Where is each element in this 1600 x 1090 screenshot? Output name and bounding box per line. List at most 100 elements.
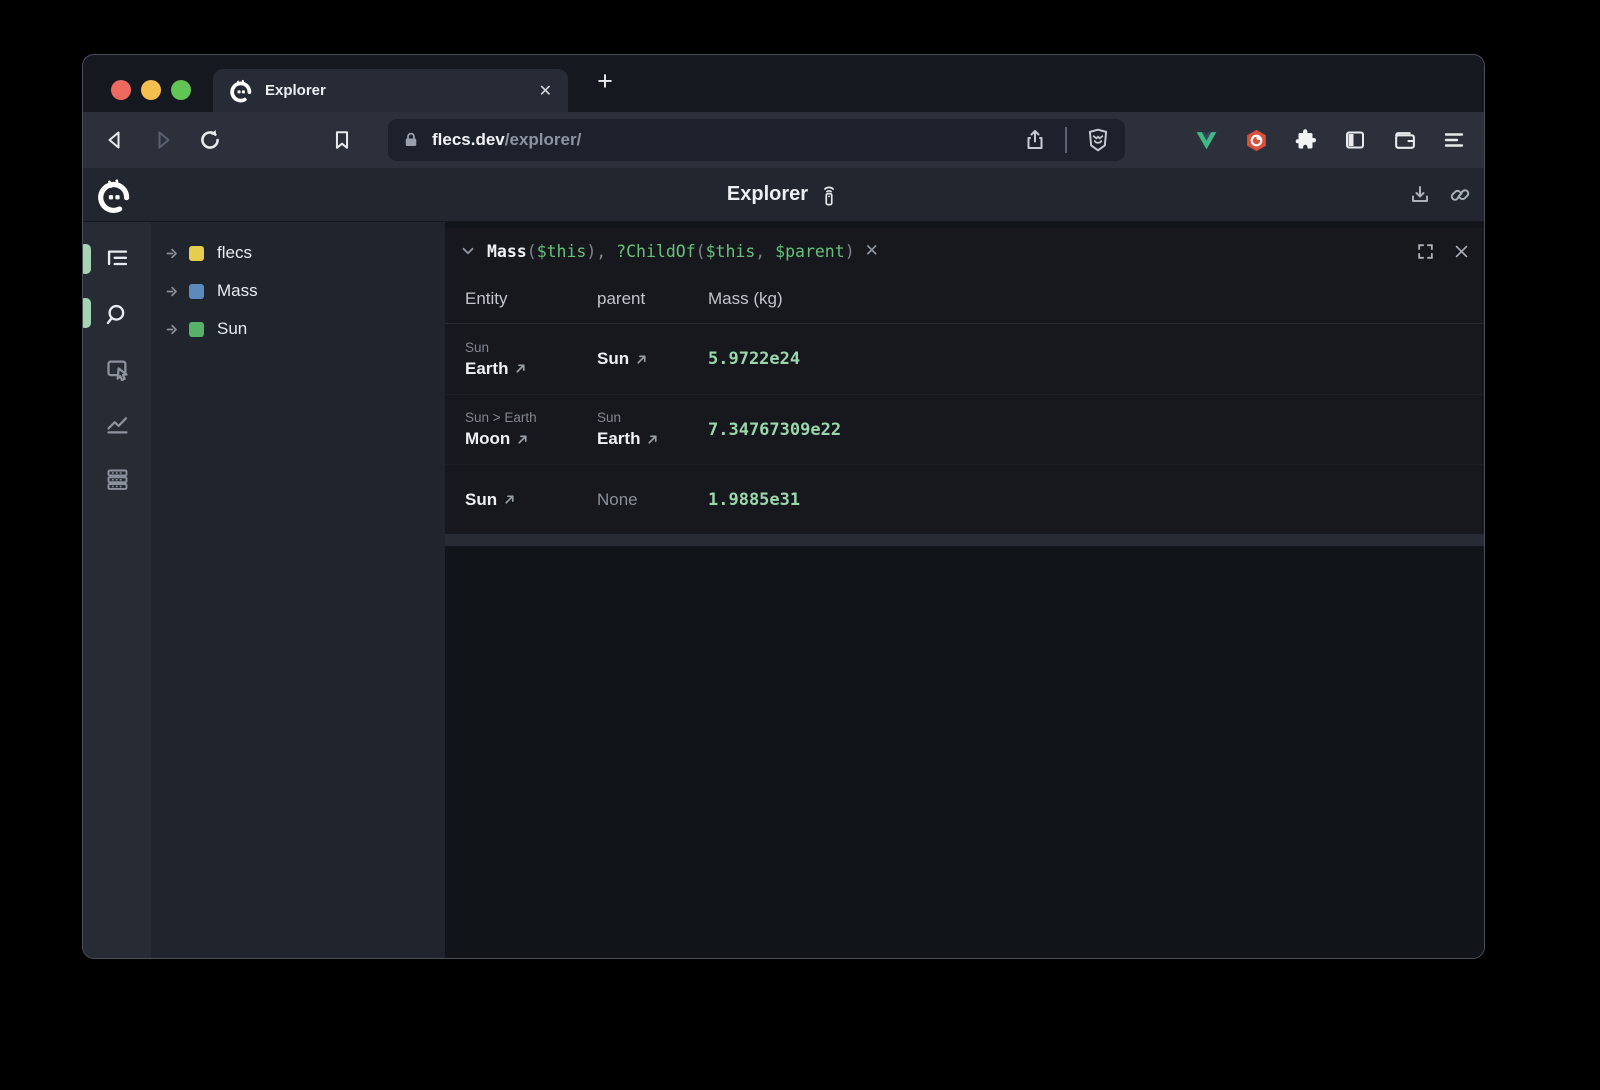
table-row: Sun None 1.9885e31 [445,464,1484,534]
query-results-panel: Mass($this), ?ChildOf($this, $parent) ✕ … [445,228,1484,546]
parent-none: None [597,490,708,510]
table-row: Sun Earth Sun 5.9722e24 [445,324,1484,394]
sidebar-toggle-icon[interactable] [1343,128,1367,152]
browser-tab-explorer[interactable]: Explorer ✕ [213,69,568,112]
external-link-icon [646,433,659,446]
memory-icon[interactable] [103,465,131,493]
extension-icons [1194,112,1466,168]
bookmark-icon[interactable] [327,125,357,155]
url-bar-actions [1023,127,1111,153]
tree-item-label: flecs [217,243,252,263]
column-header-parent: parent [597,289,708,309]
entity-link[interactable]: Moon [465,427,597,451]
zoom-window-button[interactable] [171,80,191,100]
expand-arrow-icon[interactable] [165,321,182,338]
chevron-down-icon[interactable] [459,242,477,260]
tree-icon[interactable] [103,245,131,273]
query-bar[interactable]: Mass($this), ?ChildOf($this, $parent) ✕ [445,228,1484,274]
column-header-entity: Entity [465,289,597,309]
tree-item-mass[interactable]: Mass [151,272,445,310]
parent-link[interactable]: Earth [597,427,708,451]
external-link-icon [635,353,648,366]
entity-swatch [189,322,204,337]
parent-cell: None [597,490,708,510]
vue-devtools-icon[interactable] [1194,128,1219,153]
url-domain: flecs.dev [432,130,505,150]
expand-arrow-icon[interactable] [165,245,182,262]
mass-cell: 1.9885e31 [708,490,1484,510]
url-path: /explorer/ [505,130,582,150]
external-link-icon [514,362,527,375]
menu-icon[interactable] [1442,128,1466,152]
new-tab-button[interactable]: + [588,66,622,97]
content-area: flecs Mass Sun [83,222,1484,958]
entity-cell: Sun [465,488,597,512]
panel-indicator-search [83,298,91,328]
explorer-header: Explorer [83,168,1484,222]
mass-cell: 7.34767309e22 [708,420,1484,440]
tree-item-sun[interactable]: Sun [151,310,445,348]
flecs-logo-icon [229,79,253,103]
table-header: Entity parent Mass (kg) [445,274,1484,324]
mass-value: 1.9885e31 [708,490,1484,510]
lock-icon [402,131,420,149]
clear-query-icon[interactable]: ✕ [865,241,879,261]
external-link-icon [503,493,516,506]
entity-path: Sun [465,338,597,357]
traffic-lights [111,80,191,100]
link-icon[interactable] [1448,183,1472,207]
reload-icon[interactable] [195,125,225,155]
component-swatch [189,284,204,299]
share-icon[interactable] [1023,128,1047,152]
tree-item-label: Sun [217,319,247,339]
stats-icon[interactable] [103,410,131,438]
parent-cell: Sun [597,347,708,371]
page-title: Explorer [727,183,840,207]
hexagon-extension-icon[interactable] [1244,128,1269,153]
search-icon[interactable] [103,300,131,328]
column-header-mass: Mass (kg) [708,289,1484,309]
tab-bar: Explorer ✕ + [83,55,1484,112]
mass-value: 7.34767309e22 [708,420,1484,440]
close-window-button[interactable] [111,80,131,100]
panel-footer-strip [445,534,1484,546]
remote-connection-icon[interactable] [818,183,840,207]
query-bar-actions [1416,242,1470,261]
tab-close-icon[interactable]: ✕ [539,81,552,101]
flecs-logo-icon [96,178,132,214]
query-expression[interactable]: Mass($this), ?ChildOf($this, $parent) [487,242,855,261]
module-swatch [189,246,204,261]
inspector-icon[interactable] [103,355,131,383]
mass-cell: 5.9722e24 [708,349,1484,369]
tree-item-label: Mass [217,281,258,301]
url-bar[interactable]: flecs.dev/explorer/ [388,119,1125,161]
main-panel: Mass($this), ?ChildOf($this, $parent) ✕ … [445,222,1484,958]
entity-link[interactable]: Sun [465,488,597,512]
parent-link[interactable]: Sun [597,347,708,371]
tree-item-flecs[interactable]: flecs [151,234,445,272]
entity-path: Sun > Earth [465,408,597,427]
forward-icon[interactable] [148,125,178,155]
brave-shield-icon[interactable] [1085,127,1111,153]
close-icon[interactable] [1453,243,1470,260]
entity-link[interactable]: Earth [465,357,597,381]
mass-value: 5.9722e24 [708,349,1484,369]
explorer-title: Explorer [727,183,808,206]
fullscreen-icon[interactable] [1416,242,1435,261]
entity-cell: Sun > Earth Moon [465,408,597,451]
expand-arrow-icon[interactable] [165,283,182,300]
puzzle-icon[interactable] [1294,128,1318,152]
wallet-icon[interactable] [1392,128,1417,153]
minimize-window-button[interactable] [141,80,161,100]
browser-window: Explorer ✕ + flecs.dev/explorer/ [83,55,1484,958]
toolbar-separator [1065,127,1067,153]
entity-tree-panel: flecs Mass Sun [151,222,445,958]
sidebar-rail [83,222,151,958]
table-row: Sun > Earth Moon Sun Earth [445,394,1484,464]
panel-indicator-tree [83,244,91,274]
download-icon[interactable] [1408,183,1432,207]
parent-path: Sun [597,408,708,427]
back-icon[interactable] [100,125,130,155]
header-actions [1408,183,1472,207]
parent-cell: Sun Earth [597,408,708,451]
